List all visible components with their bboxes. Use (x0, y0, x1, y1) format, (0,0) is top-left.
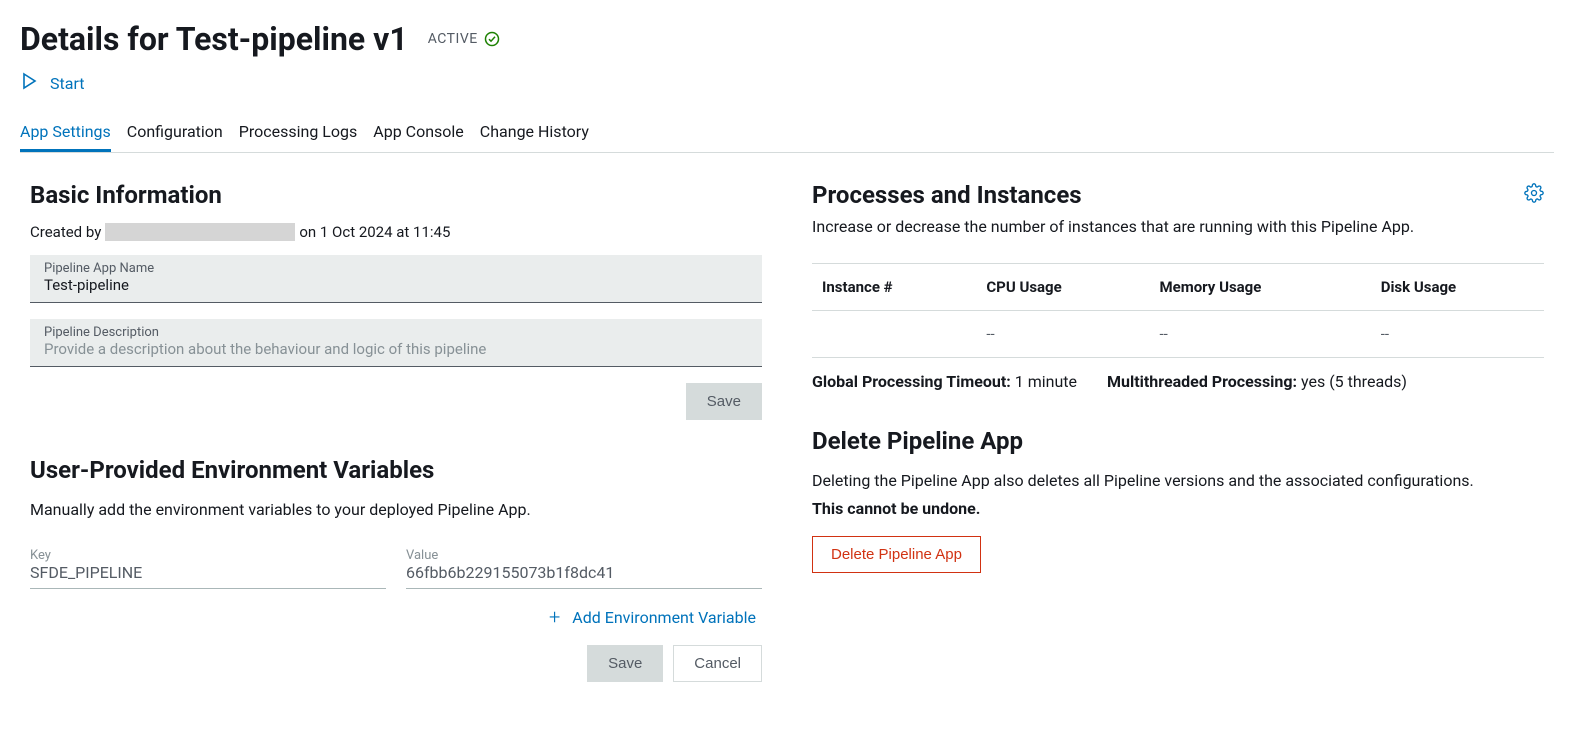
add-env-var-label: Add Environment Variable (572, 608, 756, 627)
env-cancel-button[interactable]: Cancel (673, 645, 762, 682)
tab-change-history[interactable]: Change History (480, 114, 589, 152)
env-value-field[interactable]: Value 66fbb6b229155073b1f8dc41 (406, 546, 762, 589)
basic-info-title: Basic Information (30, 181, 762, 209)
env-value-value: 66fbb6b229155073b1f8dc41 (406, 563, 762, 582)
pipeline-desc-placeholder: Provide a description about the behaviou… (44, 340, 748, 358)
table-row: -- -- -- (812, 311, 1544, 358)
delete-title: Delete Pipeline App (812, 427, 1544, 455)
start-button[interactable]: Start (20, 72, 84, 94)
created-prefix: Created by (30, 223, 101, 241)
created-by-line: Created by on 1 Oct 2024 at 11:45 (30, 223, 762, 241)
cell-cpu: -- (976, 311, 1149, 358)
env-vars-title: User-Provided Environment Variables (30, 456, 762, 484)
multithread-label: Multithreaded Processing: (1107, 372, 1297, 391)
col-disk: Disk Usage (1371, 264, 1544, 311)
page-title: Details for Test-pipeline v1 (20, 20, 408, 58)
tab-configuration[interactable]: Configuration (127, 114, 223, 152)
delete-warn: This cannot be undone. (812, 499, 1544, 518)
processes-title: Processes and Instances (812, 181, 1082, 209)
tab-app-settings[interactable]: App Settings (20, 114, 111, 152)
status-text: ACTIVE (428, 31, 478, 47)
processes-subtitle: Increase or decrease the number of insta… (812, 215, 1544, 239)
start-label: Start (50, 74, 84, 93)
env-key-value: SFDE_PIPELINE (30, 563, 386, 582)
col-cpu: CPU Usage (976, 264, 1149, 311)
pipeline-desc-label: Pipeline Description (44, 325, 748, 340)
timeout-label: Global Processing Timeout: (812, 372, 1011, 391)
pipeline-name-value: Test-pipeline (44, 276, 748, 294)
delete-button[interactable]: Delete Pipeline App (812, 536, 981, 573)
env-vars-subtitle: Manually add the environment variables t… (30, 498, 762, 522)
created-suffix: on 1 Oct 2024 at 11:45 (299, 223, 450, 241)
cell-instance (812, 311, 976, 358)
env-key-label: Key (30, 548, 386, 563)
tab-processing-logs[interactable]: Processing Logs (239, 114, 358, 152)
env-value-label: Value (406, 548, 762, 563)
timeout-value: 1 minute (1015, 372, 1077, 391)
pipeline-name-label: Pipeline App Name (44, 261, 748, 276)
basic-save-button[interactable]: Save (686, 383, 762, 420)
instances-table: Instance # CPU Usage Memory Usage Disk U… (812, 263, 1544, 358)
gear-icon[interactable] (1524, 183, 1544, 207)
multithread-value: yes (5 threads) (1301, 372, 1407, 391)
plus-icon: + (549, 605, 560, 629)
env-save-button[interactable]: Save (587, 645, 663, 682)
cell-disk: -- (1371, 311, 1544, 358)
multithread-info: Multithreaded Processing: yes (5 threads… (1107, 372, 1407, 391)
timeout-info: Global Processing Timeout: 1 minute (812, 372, 1077, 391)
play-icon (20, 72, 38, 94)
pipeline-desc-field[interactable]: Pipeline Description Provide a descripti… (30, 319, 762, 367)
delete-desc: Deleting the Pipeline App also deletes a… (812, 469, 1544, 493)
pipeline-name-field[interactable]: Pipeline App Name Test-pipeline (30, 255, 762, 303)
env-key-field[interactable]: Key SFDE_PIPELINE (30, 546, 386, 589)
created-by-redacted (105, 223, 295, 241)
status-badge: ACTIVE (428, 31, 500, 47)
tab-app-console[interactable]: App Console (373, 114, 464, 152)
cell-memory: -- (1149, 311, 1370, 358)
tabs: App Settings Configuration Processing Lo… (20, 114, 1554, 153)
add-env-var-button[interactable]: + Add Environment Variable (30, 605, 756, 629)
col-memory: Memory Usage (1149, 264, 1370, 311)
check-icon (484, 31, 500, 47)
col-instance: Instance # (812, 264, 976, 311)
